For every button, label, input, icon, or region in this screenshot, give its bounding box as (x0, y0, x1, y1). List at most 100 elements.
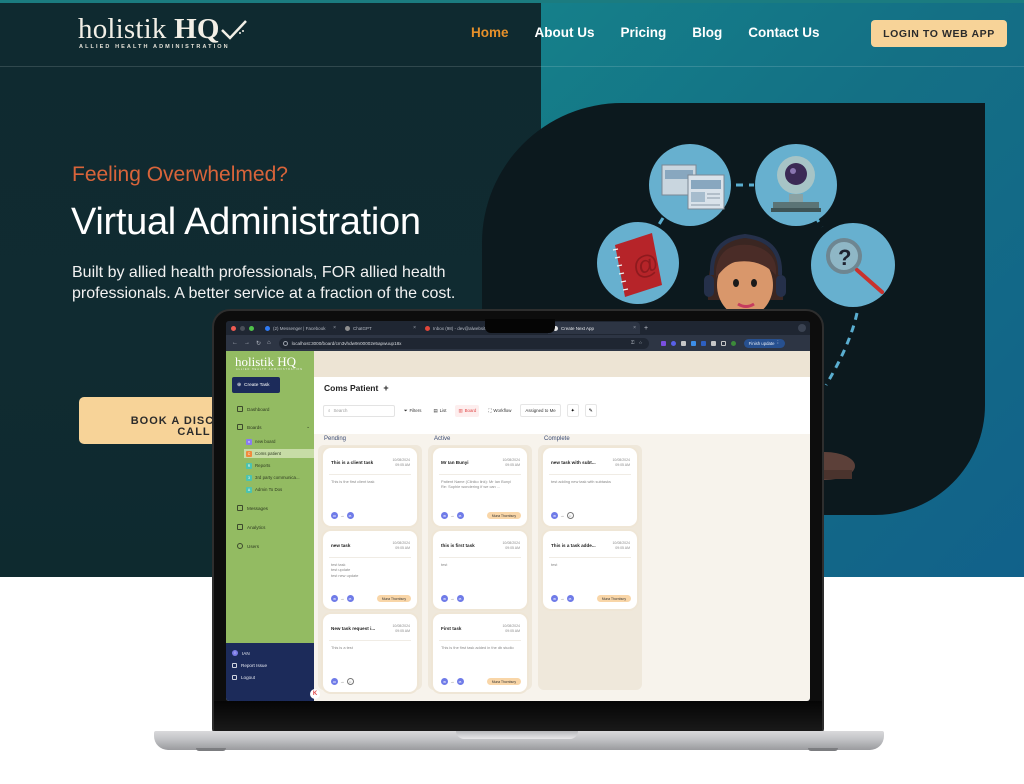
assignee-chip[interactable]: Muna Thornbury (376, 595, 411, 602)
nav-contact-us[interactable]: Contact Us (748, 25, 819, 40)
from-avatar[interactable]: IB (331, 595, 338, 602)
to-avatar[interactable]: IB (566, 595, 574, 602)
minimize-window-button[interactable] (240, 325, 245, 331)
nav-home[interactable]: Home (471, 25, 509, 40)
unassigned-user-icon[interactable]: ⚇ (346, 678, 354, 685)
from-avatar[interactable]: IB (441, 678, 448, 685)
board-item-3rd-party[interactable]: 3 3rd party communica... (246, 473, 314, 482)
to-avatar[interactable]: IB (456, 595, 464, 602)
to-avatar[interactable]: IB (346, 512, 354, 519)
browser-tab-create-next-app[interactable]: Create Next App × (548, 322, 640, 334)
key-icon[interactable]: ⚿ (631, 340, 635, 346)
tab-label: ChatGPT (353, 325, 372, 331)
support-widget-button[interactable]: K (310, 689, 320, 699)
filters-button[interactable]: ⏷ Filters (401, 405, 424, 417)
logout-link[interactable]: Logout (232, 675, 255, 680)
home-icon[interactable]: ⌂ (267, 340, 271, 347)
extension-icon[interactable] (700, 340, 706, 346)
task-card[interactable]: This is a client task 10/08/2024 09:05 AM T… (323, 448, 417, 526)
task-card[interactable]: new task 10/08/2024 09:05 AM test task test… (323, 531, 417, 609)
from-avatar[interactable]: IB (441, 512, 448, 519)
profile-avatar[interactable] (730, 340, 736, 346)
extension-icon[interactable] (680, 340, 686, 346)
close-window-button[interactable] (231, 325, 236, 331)
task-card[interactable]: New task request i... 10/08/2024 09:05 AM T… (323, 614, 417, 692)
extension-icon[interactable] (690, 340, 696, 346)
nav-blog[interactable]: Blog (692, 25, 722, 40)
card-divider (329, 640, 411, 641)
assignee-chip[interactable]: Muna Thornbury (486, 512, 521, 519)
to-avatar[interactable]: IB (346, 595, 354, 602)
from-avatar[interactable]: IB (551, 595, 558, 602)
task-card[interactable]: Mr Ian Bunyi 10/08/2024 09:05 AM Patient Na… (433, 448, 527, 526)
list-view-tab[interactable]: ▤ List (430, 405, 449, 417)
maximize-window-button[interactable] (249, 325, 254, 331)
task-timestamp: 10/08/2024 09:05 AM (502, 458, 520, 467)
unassigned-user-icon[interactable]: ⚇ (566, 512, 574, 519)
finish-update-button[interactable]: Finish update ⋮ (743, 338, 785, 348)
list-icon: ▤ (433, 407, 438, 413)
close-tab-icon[interactable]: × (333, 325, 336, 331)
edit-button[interactable]: ✎ (584, 404, 597, 417)
task-card[interactable]: this is first task 10/08/2024 09:05 AM test… (433, 531, 527, 609)
task-description: Patient Name (Cliniko link): Mr Ian Buny… (441, 479, 511, 490)
sidebar-item-analytics[interactable]: Analytics (237, 524, 313, 530)
from-avatar[interactable]: IB (551, 512, 558, 519)
sidebar-item-boards[interactable]: Boards ⌄ (237, 424, 313, 430)
from-avatar[interactable]: JD (331, 678, 338, 685)
brand-logo[interactable]: holistik HQ ALLIED HEALTH ADMINISTRATION (78, 14, 248, 54)
board-item-coms-patient[interactable]: C Coms patient (244, 449, 314, 458)
board-item-admin-to-dos[interactable]: A Admin To Dos (246, 485, 314, 494)
reload-icon[interactable]: ↻ (256, 340, 261, 347)
from-avatar[interactable]: IB (441, 595, 448, 602)
finish-update-label: Finish update (748, 340, 775, 346)
browser-tab-chatgpt[interactable]: ChatGPT × (340, 322, 420, 334)
browser-tab-messenger[interactable]: (2) Messenger | Facebook × (260, 322, 340, 334)
new-tab-button[interactable]: + (644, 325, 648, 332)
login-to-web-app-button[interactable]: LOGIN TO WEB APP (871, 20, 1007, 47)
report-issue-link[interactable]: Report Issue (232, 663, 267, 668)
nav-pricing[interactable]: Pricing (621, 25, 667, 40)
puzzle-extensions-icon[interactable] (720, 340, 726, 346)
back-arrow-icon[interactable]: ← (232, 340, 238, 347)
sidebar-item-messages[interactable]: Messages (237, 505, 313, 511)
assignee-chip[interactable]: Muna Thornbury (596, 595, 631, 602)
sidebar-item-users[interactable]: Users (237, 543, 313, 549)
close-tab-icon[interactable]: × (413, 325, 416, 331)
create-task-button[interactable]: ⊕ Create Task (232, 377, 280, 393)
board-title-text: Coms Patient (324, 383, 379, 393)
board-view-tab[interactable]: ▥ Board (455, 404, 480, 417)
close-tab-icon[interactable]: × (633, 325, 636, 331)
forward-arrow-icon[interactable]: → (244, 340, 250, 347)
assigned-to-me-button[interactable]: Assigned to Me (520, 404, 561, 417)
url-input[interactable]: localhost:3000/board/cm3vhdw9n00002e5apw… (278, 337, 649, 349)
task-description: test (551, 562, 558, 567)
from-avatar[interactable]: JD (331, 512, 338, 519)
chevron-down-icon[interactable]: ⌄ (306, 424, 310, 430)
sidebar-item-dashboard[interactable]: Dashboard (237, 406, 313, 412)
task-card[interactable]: new task with subt... 10/08/2024 09:05 AM t… (543, 448, 637, 526)
search-input[interactable]: ⌕ Search (323, 404, 395, 417)
extension-icon[interactable] (660, 340, 666, 346)
workflow-view-tab[interactable]: ⛶ Workflow (485, 405, 514, 417)
user-profile[interactable]: I IAN (232, 650, 250, 656)
nav-about-us[interactable]: About Us (535, 25, 595, 40)
task-card[interactable]: First task 10/08/2024 09:05 AM This is the … (433, 614, 527, 692)
sparkle-button[interactable]: ✦ (566, 404, 579, 417)
to-avatar[interactable]: IB (456, 678, 464, 685)
extension-icon[interactable] (670, 340, 676, 346)
camera-notch (485, 319, 555, 333)
extension-icon[interactable] (710, 340, 716, 346)
add-board-item-button[interactable]: + (383, 383, 388, 393)
site-info-icon[interactable] (282, 340, 288, 346)
extension-icons (660, 340, 736, 346)
board-item-reports[interactable]: R Reports (246, 461, 314, 470)
assignee-chip[interactable]: Muna Thornbury (486, 678, 521, 685)
task-card[interactable]: This is a task adde... 10/08/2024 09:05 AM… (543, 531, 637, 609)
task-date: 10/08/2024 (392, 624, 410, 628)
bookmark-star-icon[interactable]: ☆ (639, 340, 643, 346)
board-item-new-board[interactable]: n new board (246, 437, 314, 446)
tab-search-button[interactable] (798, 324, 806, 332)
task-timestamp: 10/08/2024 09:05 AM (392, 624, 410, 633)
to-avatar[interactable]: IB (456, 512, 464, 519)
